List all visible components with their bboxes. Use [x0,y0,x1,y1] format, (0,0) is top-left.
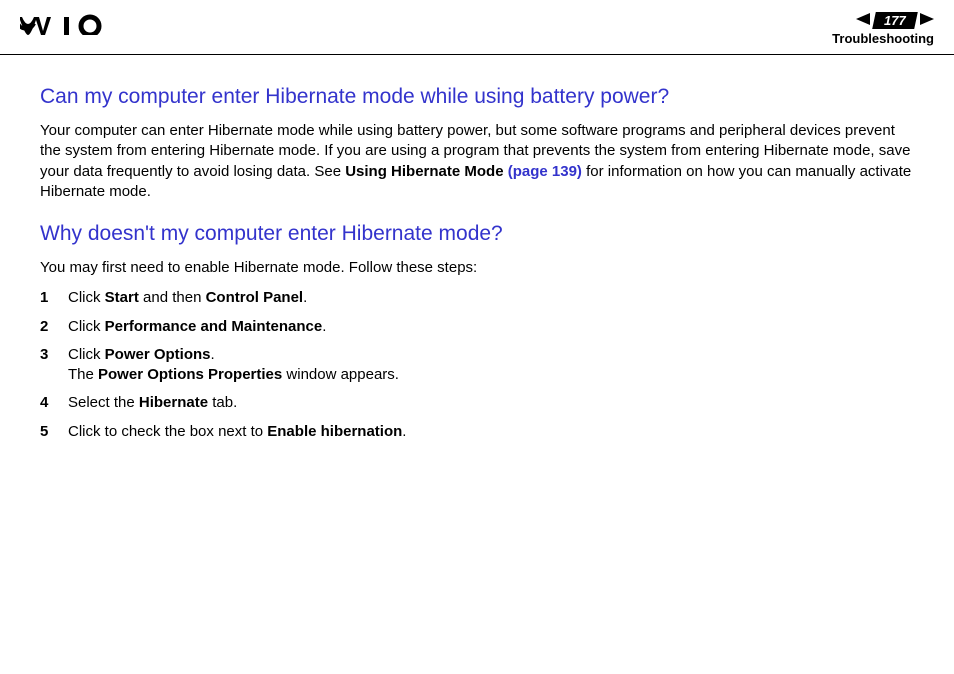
list-item: Click Performance and Maintenance. [40,317,914,337]
list-item: Click Power Options. The Power Options P… [40,345,914,386]
next-page-icon[interactable] [920,13,934,28]
page-nav: 177 [832,12,934,29]
list-item: Click to check the box next to Enable hi… [40,422,914,442]
list-item: Select the Hibernate tab. [40,393,914,413]
page-number: 177 [872,12,917,29]
header-right: 177 Troubleshooting [832,12,934,46]
page-content: Can my computer enter Hibernate mode whi… [0,55,954,470]
paragraph-2: You may first need to enable Hibernate m… [40,258,914,278]
page-ref-link[interactable]: (page 139) [508,163,582,180]
steps-list: Click Start and then Control Panel. Clic… [40,288,914,442]
heading-1: Can my computer enter Hibernate mode whi… [40,85,914,109]
heading-2: Why doesn't my computer enter Hibernate … [40,222,914,246]
paragraph-1: Your computer can enter Hibernate mode w… [40,121,914,202]
vaio-logo [20,12,120,36]
page-header: 177 Troubleshooting [0,0,954,55]
list-item: Click Start and then Control Panel. [40,288,914,308]
prev-page-icon[interactable] [856,13,870,28]
section-label: Troubleshooting [832,31,934,46]
